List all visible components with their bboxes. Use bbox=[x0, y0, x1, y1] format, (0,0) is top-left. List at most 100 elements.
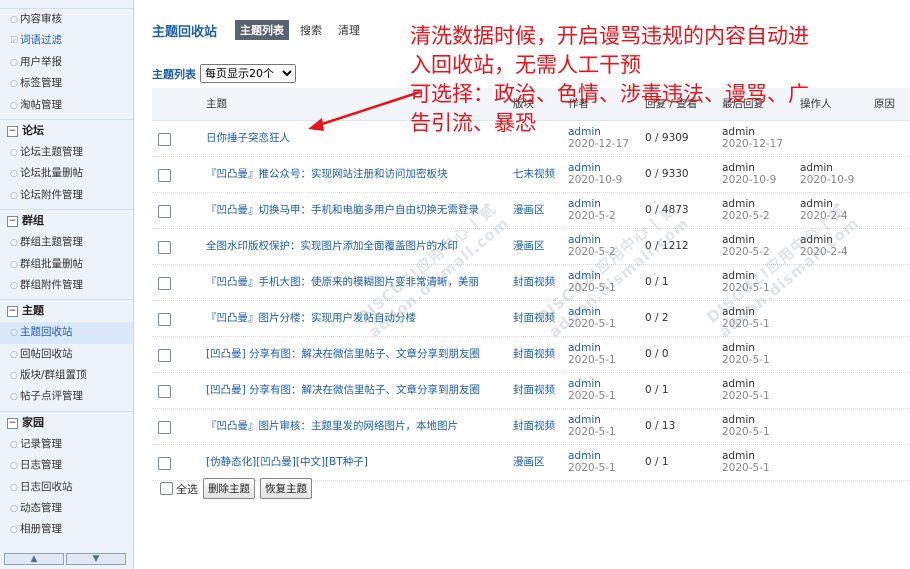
sidebar-item[interactable]: ○ 论坛附件管理 bbox=[0, 185, 133, 206]
author-link[interactable]: admin bbox=[568, 198, 601, 210]
checkbox[interactable] bbox=[158, 349, 171, 362]
checkbox[interactable] bbox=[158, 133, 171, 146]
forum-link[interactable]: 封面视频 bbox=[513, 337, 555, 372]
sidebar-item[interactable]: ○ 群组批量删帖 bbox=[0, 254, 133, 275]
checkbox[interactable] bbox=[158, 457, 171, 470]
scroll-down-button[interactable]: ▼ bbox=[66, 553, 126, 565]
sidebar-item-label: 相册管理 bbox=[20, 523, 62, 536]
topic-subject-link[interactable]: [伪静态化][凹凸曼][中文][BT种子] bbox=[206, 445, 368, 480]
sidebar-item[interactable]: ○ 日志回收站 bbox=[0, 477, 133, 498]
replies-views: 0 / 0 bbox=[645, 348, 669, 360]
checkbox[interactable] bbox=[158, 169, 171, 182]
per-page-select[interactable]: 每页显示20个 bbox=[200, 64, 296, 83]
forum-link[interactable]: 七末视频 bbox=[513, 157, 555, 192]
filter-row: 主题列表 每页显示20个 bbox=[152, 64, 296, 83]
topic-subject-link[interactable]: 『凹凸曼』图片分楼：实现用户发帖自动分楼 bbox=[206, 301, 416, 336]
topic-subject-link[interactable]: 『凹凸曼』推公众号：实现网站注册和访问加密板块 bbox=[206, 157, 448, 192]
replies-views: 0 / 1 bbox=[645, 276, 669, 288]
topics-table: 主题 版块 作者 回复 / 查看 最后回复 操作人 原因 日你捶子突恋狂人 adm… bbox=[152, 88, 910, 481]
sidebar-item[interactable]: ○ 论坛批量删帖 bbox=[0, 163, 133, 184]
sidebar-item[interactable]: ○ 论坛主题管理 bbox=[0, 142, 133, 163]
sidebar-item[interactable]: ○ 回帖回收站 bbox=[0, 344, 133, 365]
topic-subject-link[interactable]: [凹凸曼] 分享有图：解决在微信里帖子、文章分享到朋友圈 bbox=[206, 337, 480, 372]
row-checkbox[interactable] bbox=[158, 373, 171, 401]
checkbox[interactable] bbox=[158, 241, 171, 254]
row-checkbox[interactable] bbox=[158, 229, 171, 257]
tab-topic-list[interactable]: 主题列表 bbox=[235, 20, 290, 40]
row-checkbox[interactable] bbox=[158, 445, 171, 473]
author-link[interactable]: admin bbox=[568, 342, 601, 354]
sidebar-group-header[interactable]: − 论坛 bbox=[0, 118, 133, 142]
sidebar-item-label: 论坛附件管理 bbox=[20, 188, 83, 201]
tab-search[interactable]: 搜索 bbox=[295, 20, 327, 40]
forum-link[interactable]: 封面视频 bbox=[513, 373, 555, 408]
row-checkbox[interactable] bbox=[158, 301, 171, 329]
topic-subject-link[interactable]: 『凹凸曼』切换马甲：手机和电脑多用户自由切换无需登录 bbox=[206, 193, 479, 228]
author-link[interactable]: admin bbox=[568, 162, 601, 174]
topic-subject-link[interactable]: 日你捶子突恋狂人 bbox=[206, 121, 290, 156]
collapse-icon[interactable]: − bbox=[7, 417, 18, 429]
checkbox[interactable] bbox=[158, 205, 171, 218]
forum-link[interactable]: 漫画区 bbox=[513, 229, 545, 264]
title-bar: 主题回收站 主题列表 搜索 清理 bbox=[152, 20, 371, 40]
sidebar-item[interactable]: ○ 相册管理 bbox=[0, 519, 133, 540]
sidebar-item-label: 群组主题管理 bbox=[20, 236, 83, 249]
forum-link[interactable]: 封面视频 bbox=[513, 301, 555, 336]
author-link[interactable]: admin bbox=[568, 270, 601, 282]
sidebar-item[interactable]: ○ 群组附件管理 bbox=[0, 275, 133, 296]
row-checkbox[interactable] bbox=[158, 409, 171, 437]
checkbox[interactable] bbox=[158, 313, 171, 326]
row-checkbox[interactable] bbox=[158, 265, 171, 293]
collapse-icon[interactable]: − bbox=[7, 306, 18, 318]
sidebar-item[interactable]: ○ 记录管理 bbox=[0, 434, 133, 455]
sidebar-item[interactable]: ○ 帖子点评管理 bbox=[0, 386, 133, 407]
forum-link[interactable]: 漫画区 bbox=[513, 445, 545, 480]
sidebar-item[interactable]: ○ 淘帖管理 bbox=[0, 95, 133, 116]
sidebar-item[interactable]: ○ 内容审核 bbox=[0, 9, 133, 30]
author-link[interactable]: admin bbox=[568, 378, 601, 390]
collapse-icon[interactable]: − bbox=[7, 216, 18, 228]
sidebar-top-divider bbox=[0, 0, 133, 9]
row-checkbox[interactable] bbox=[158, 121, 171, 149]
author-link[interactable]: admin bbox=[568, 414, 601, 426]
sidebar-item[interactable]: ○ 主题回收站 bbox=[0, 322, 133, 344]
checkbox[interactable] bbox=[158, 277, 171, 290]
sidebar-item[interactable]: ○ 标签管理 bbox=[0, 73, 133, 94]
sidebar-item[interactable]: ○ 群组主题管理 bbox=[0, 232, 133, 253]
sidebar-group-title: 群组 bbox=[22, 214, 44, 228]
sidebar-group-header[interactable]: − 群组 bbox=[0, 209, 133, 232]
forum-link[interactable]: 封面视频 bbox=[513, 409, 555, 444]
tab-clean[interactable]: 清理 bbox=[333, 20, 365, 40]
author-link[interactable]: admin bbox=[568, 450, 601, 462]
author-cell: admin 2020-5-1 bbox=[568, 373, 616, 402]
sidebar-item[interactable]: ○ 版块/群组置顶 bbox=[0, 365, 133, 386]
forum-link[interactable]: 漫画区 bbox=[513, 193, 545, 228]
topic-subject-link[interactable]: 『凹凸曼』图片审核：主题里发的网络图片，本地图片 bbox=[206, 409, 458, 444]
scroll-up-button[interactable]: ▲ bbox=[4, 553, 64, 565]
sidebar-item[interactable]: ○ 动态管理 bbox=[0, 498, 133, 519]
sidebar-item[interactable]: ○ 用户举报 bbox=[0, 52, 133, 73]
table-row: 『凹凸曼』图片分楼：实现用户发帖自动分楼 封面视频 admin 2020-5-1 0 /… bbox=[152, 301, 910, 337]
topic-subject-link[interactable]: 『凹凸曼』手机大图：使原来的模糊图片变非常清晰，美丽 bbox=[206, 265, 479, 300]
collapse-icon[interactable]: − bbox=[7, 125, 18, 137]
checkbox[interactable] bbox=[158, 421, 171, 434]
annotation-text: 清洗数据时候，开启谩骂违规的内容自动进 入回收站，无需人工干预 可选择：政治、色… bbox=[410, 22, 902, 138]
topic-subject-link[interactable]: [凹凸曼] 分享有图：解决在微信里帖子、文章分享到朋友圈 bbox=[206, 373, 480, 408]
delete-topic-button[interactable]: 删除主题 bbox=[203, 478, 255, 499]
topic-subject-link[interactable]: 全图水印版权保护：实现图片添加全面覆盖图片的水印 bbox=[206, 229, 458, 264]
sidebar-item-label: 论坛主题管理 bbox=[20, 145, 83, 158]
sidebar-group-header[interactable]: − 主题 bbox=[0, 299, 133, 322]
checkbox[interactable] bbox=[158, 385, 171, 398]
row-checkbox[interactable] bbox=[158, 193, 171, 221]
bullet-icon: ○ bbox=[10, 169, 18, 180]
author-link[interactable]: admin bbox=[568, 306, 601, 318]
sidebar-group-header[interactable]: − 家园 bbox=[0, 410, 133, 434]
sidebar-item[interactable]: ○ 日志管理 bbox=[0, 455, 133, 476]
row-checkbox[interactable] bbox=[158, 337, 171, 365]
author-link[interactable]: admin bbox=[568, 234, 601, 246]
restore-topic-button[interactable]: 恢复主题 bbox=[260, 478, 312, 499]
sidebar-item[interactable]: ☑ 词语过滤 bbox=[0, 30, 133, 51]
row-checkbox[interactable] bbox=[158, 157, 171, 185]
forum-link[interactable]: 封面视频 bbox=[513, 265, 555, 300]
select-all-checkbox[interactable] bbox=[160, 482, 173, 495]
